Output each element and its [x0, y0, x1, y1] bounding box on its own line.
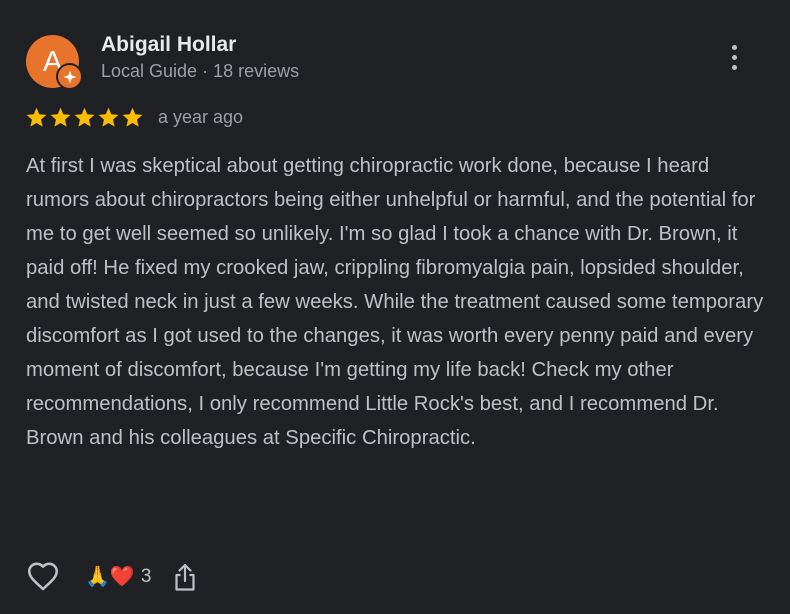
more-options-button[interactable]: [722, 38, 746, 76]
more-vert-dot: [731, 54, 737, 60]
more-vert-icon: [731, 44, 737, 50]
star-icon: [50, 107, 71, 127]
reviewer-name[interactable]: Abigail Hollar: [101, 33, 236, 57]
reactions-button[interactable]: 🙏❤️ 3: [85, 566, 151, 588]
review-text: At first I was skeptical about getting c…: [26, 155, 764, 450]
star-rating: [25, 106, 144, 129]
rating-row: a year ago: [25, 106, 243, 129]
local-guide-badge-icon: [56, 63, 83, 90]
star-icon: [74, 107, 95, 127]
reactions-count: 3: [140, 566, 152, 587]
review-time: a year ago: [158, 107, 244, 127]
review-actions: 🙏❤️ 3: [25, 560, 197, 594]
reaction-emojis: 🙏❤️: [85, 566, 135, 588]
share-icon: [175, 563, 195, 591]
share-button[interactable]: [173, 562, 197, 592]
reviewer-subtitle[interactable]: Local Guide · 18 reviews: [101, 61, 299, 82]
star-icon: [26, 107, 47, 127]
heart-outline-icon: [27, 562, 59, 591]
more-vert-dot: [731, 64, 737, 70]
star-icon: [122, 107, 143, 127]
star-icon: [98, 107, 119, 127]
like-button[interactable]: [25, 560, 61, 594]
